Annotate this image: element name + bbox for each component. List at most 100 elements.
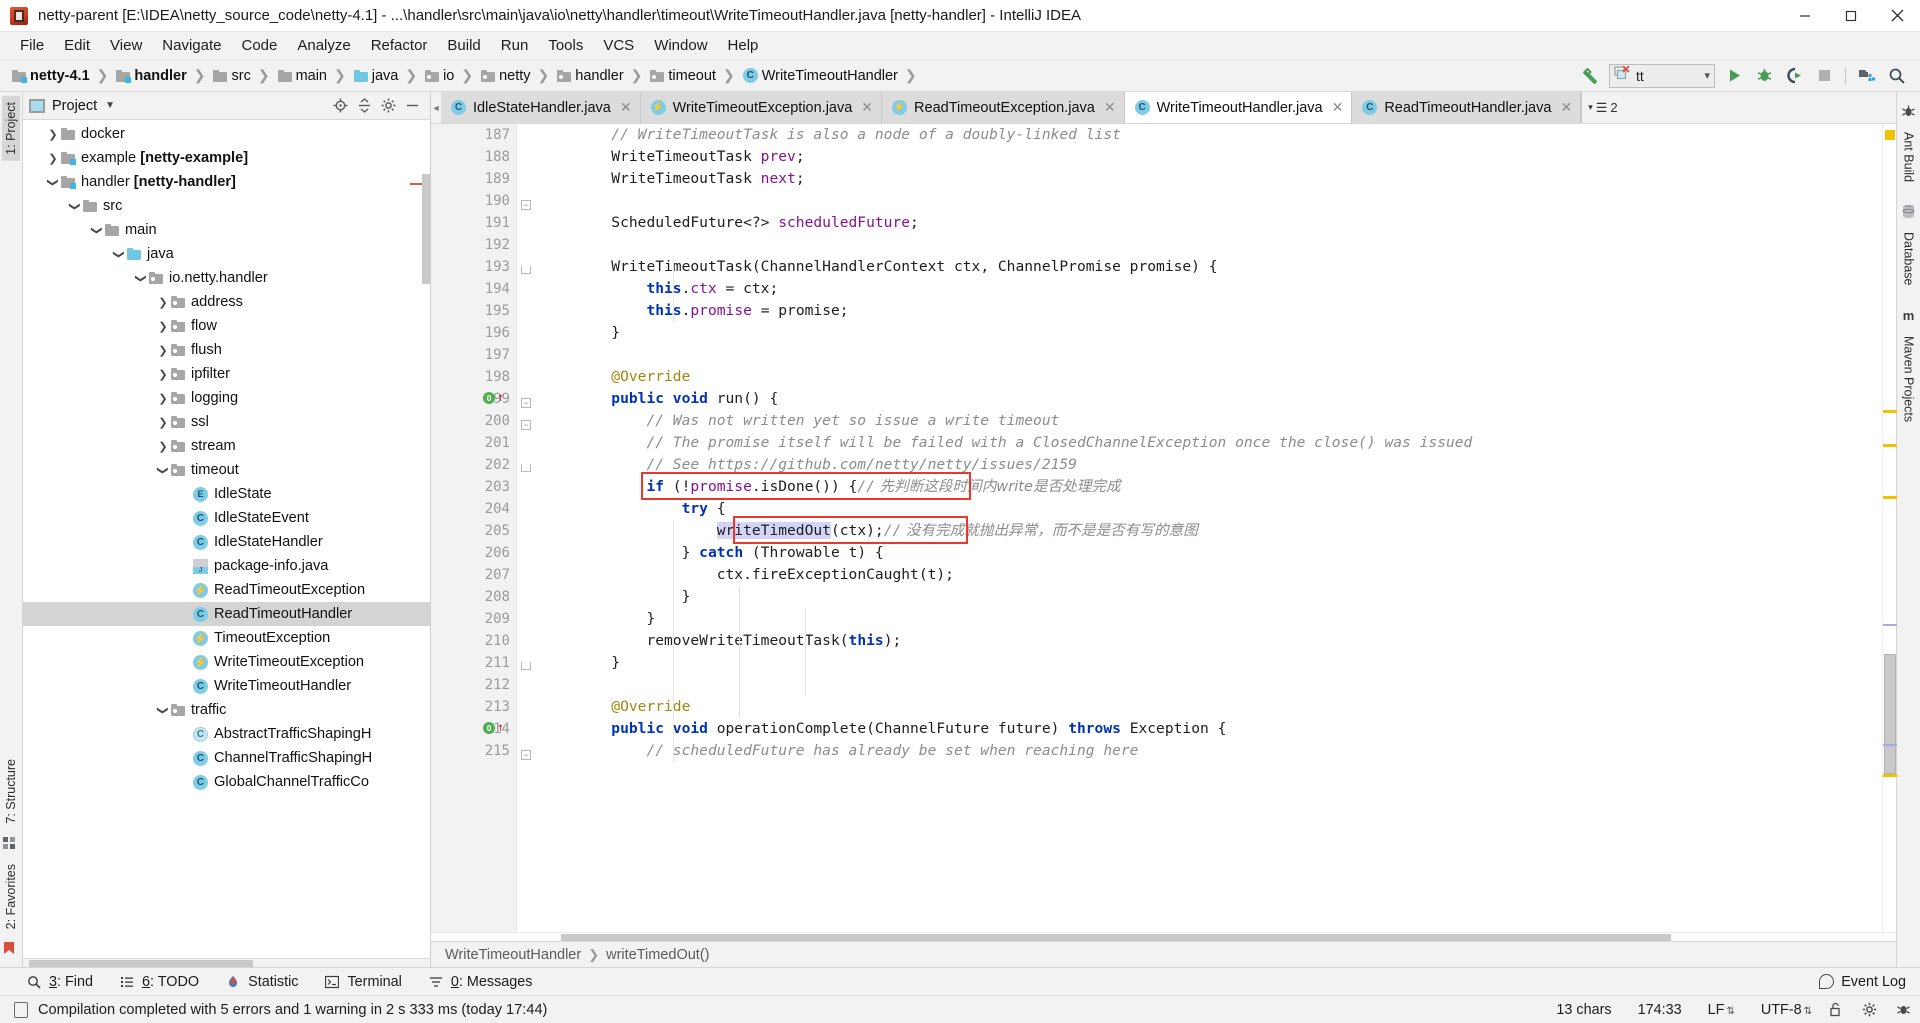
tree-node-package-info-java[interactable]: package-info.java [23,554,430,578]
chevron-down-icon[interactable]: ❯ [157,702,170,718]
tool-window-find[interactable]: 3: Find [26,974,93,990]
code-line[interactable]: this.promise = promise; [535,300,1882,322]
code-line[interactable]: // scheduledFuture has already be set wh… [535,740,1882,762]
menu-file[interactable]: File [10,34,54,58]
nav-crumb-netty[interactable]: netty ❯ [477,60,553,91]
tool-window-terminal[interactable]: Terminal [324,974,402,990]
menu-view[interactable]: View [100,34,152,58]
sidebar-item-structure[interactable]: 7: Structure [2,753,20,830]
gutter-line-number[interactable]: 206 [431,542,516,564]
usage-stripe-mark[interactable] [1883,744,1897,746]
code-line[interactable]: public void operationComplete(ChannelFut… [535,718,1882,740]
editor-tabs-overflow[interactable]: ▾ ☰ 2 [1581,92,1623,123]
build-button[interactable] [1575,63,1605,89]
sidebar-item-ant-build[interactable]: Ant Build [1900,126,1918,188]
gutter-line-number[interactable]: 203 [431,476,516,498]
tree-node-traffic[interactable]: ❯ traffic [23,698,430,722]
nav-crumb-netty-4-1[interactable]: netty-4.1 ❯ [8,60,112,91]
tree-node-globalchanneltrafficco[interactable]: C GlobalChannelTrafficCo [23,770,430,794]
tree-node-flow[interactable]: ❯ flow [23,314,430,338]
code-line[interactable]: WriteTimeoutTask(ChannelHandlerContext c… [535,256,1882,278]
code-line[interactable]: try { [535,498,1882,520]
fold-marker-end[interactable] [521,266,531,274]
tree-node-docker[interactable]: ❯ docker [23,122,430,146]
chevron-down-icon[interactable]: ❯ [91,222,104,238]
debug-button[interactable] [1749,63,1779,89]
chevron-down-icon[interactable]: ▼ [105,100,115,111]
close-icon[interactable]: ✕ [1560,99,1572,116]
fold-marker-end[interactable] [521,662,531,670]
database-icon[interactable] [1901,204,1917,220]
tree-node-writetimeoutexception[interactable]: ⚡ WriteTimeoutException [23,650,430,674]
search-everywhere-button[interactable] [1882,63,1912,89]
gutter-line-number[interactable]: 192 [431,234,516,256]
chevron-right-icon[interactable]: ❯ [155,392,171,405]
gutter-line-number[interactable]: 199 O ↑ [431,388,516,410]
close-icon[interactable]: ✕ [620,99,632,116]
locate-file-button[interactable] [328,95,352,117]
chevron-right-icon[interactable]: ❯ [155,344,171,357]
tree-node-java[interactable]: ❯ java [23,242,430,266]
close-icon[interactable]: ✕ [1104,99,1116,116]
tree-node-writetimeouthandler[interactable]: C WriteTimeoutHandler [23,674,430,698]
editor-tab-readtimeouthandler[interactable]: C ReadTimeoutHandler.java ✕ [1352,92,1582,123]
settings-gear-button[interactable] [376,95,400,117]
tree-node-example[interactable]: ❯ example [netty-example] [23,146,430,170]
nav-crumb-io[interactable]: io ❯ [421,60,477,91]
editor-gutter[interactable]: 187 188 189 190 191 192 193 194 195 196 197 198 199 O… [431,124,517,932]
status-encoding[interactable]: UTF-8 ⇅ [1761,1002,1812,1018]
chevron-down-icon[interactable]: ❯ [157,462,170,478]
overridden-method-icon[interactable]: O [483,722,497,736]
gutter-line-number[interactable]: 191 [431,212,516,234]
editor-vertical-scrollbar-thumb[interactable] [1884,654,1896,774]
inspections-icon[interactable] [1892,999,1914,1021]
nav-crumb-java[interactable]: java ❯ [350,60,421,91]
fold-marker-end[interactable] [521,464,531,472]
nav-crumb-timeout[interactable]: timeout ❯ [646,60,738,91]
chevron-down-icon[interactable]: ❯ [113,246,126,262]
gutter-line-number[interactable]: 209 [431,608,516,630]
lock-icon[interactable] [1824,999,1846,1021]
code-line[interactable]: WriteTimeoutTask next; [535,168,1882,190]
menu-run[interactable]: Run [491,34,539,58]
nav-crumb-src[interactable]: src ❯ [209,60,273,91]
sidebar-item-project[interactable]: 1: Project [2,96,20,161]
warning-stripe-mark[interactable] [1883,410,1897,413]
tree-node-idlestateevent[interactable]: C IdleStateEvent [23,506,430,530]
gutter-line-number[interactable]: 189 [431,168,516,190]
nav-crumb-class[interactable]: C WriteTimeoutHandler ❯ [739,60,921,91]
menu-code[interactable]: Code [231,34,287,58]
chevron-right-icon[interactable]: ❯ [45,152,61,165]
fold-marker[interactable]: − [521,398,531,408]
code-line[interactable] [535,344,1882,366]
gutter-line-number[interactable]: 196 [431,322,516,344]
maven-icon[interactable]: m [1901,308,1917,324]
chevron-right-icon[interactable]: ❯ [155,320,171,333]
code-line[interactable]: } [535,322,1882,344]
code-line[interactable]: WriteTimeoutTask prev; [535,146,1882,168]
code-line[interactable]: } [535,586,1882,608]
close-button[interactable] [1874,0,1920,32]
project-structure-button[interactable] [1852,63,1882,89]
fold-marker[interactable]: − [521,750,531,760]
chevron-right-icon[interactable]: ❯ [45,128,61,141]
tree-node-abstracttrafficshapingh[interactable]: C AbstractTrafficShapingH [23,722,430,746]
run-configuration-selector[interactable]: tt ▾ [1609,63,1715,88]
usage-stripe-mark[interactable] [1883,624,1897,626]
code-line[interactable]: if (!promise.isDone()) {// 先判断这段时间内write… [535,476,1882,498]
project-tree-horizontal-scrollbar[interactable] [23,958,430,967]
menu-refactor[interactable]: Refactor [361,34,438,58]
project-tree-vertical-scrollbar[interactable] [422,174,430,284]
code-line[interactable]: writeTimedOut(ctx);// 没有完成就抛出异常，而不是是否有写的… [535,520,1882,542]
code-line[interactable]: public void run() { [535,388,1882,410]
tree-node-io-netty-handler[interactable]: ❯ io.netty.handler [23,266,430,290]
status-caret-position[interactable]: 174:33 [1638,1002,1682,1018]
maximize-button[interactable] [1828,0,1874,32]
gutter-line-number[interactable]: 201 [431,432,516,454]
gutter-line-number[interactable]: 213 [431,696,516,718]
tree-node-readtimeoutexception[interactable]: ⚡ ReadTimeoutException [23,578,430,602]
collapse-all-button[interactable] [352,95,376,117]
warning-stripe-mark[interactable] [1883,444,1897,447]
code-line[interactable]: } [535,652,1882,674]
grid-icon[interactable] [2,836,18,852]
